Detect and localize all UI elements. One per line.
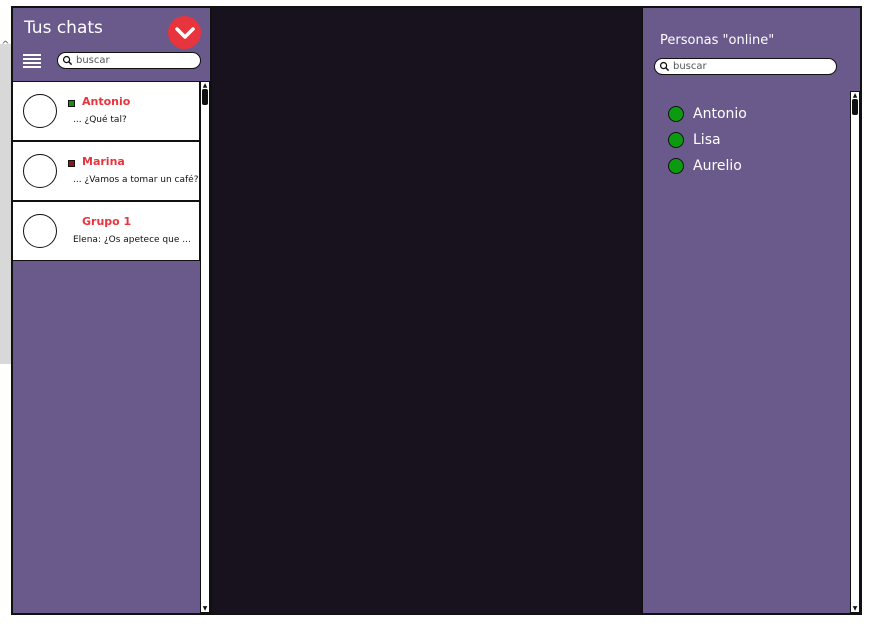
chat-name: Antonio (82, 95, 131, 108)
online-status-icon (668, 132, 684, 148)
collapse-caret-icon[interactable]: ^ (0, 40, 11, 52)
chat-preview: ... ¿Qué tal? (73, 115, 127, 125)
sidebar-title: Tus chats (24, 18, 103, 38)
chat-item-marina[interactable]: Marina ... ¿Vamos a tomar un café? (13, 141, 200, 201)
outer-left-panel (0, 44, 11, 364)
online-status-icon (668, 106, 684, 122)
search-icon (62, 55, 73, 66)
chat-item-grupo-1[interactable]: Grupo 1 Elena: ¿Os apetece que ... (13, 201, 200, 261)
scroll-up-icon[interactable]: ▲ (851, 92, 859, 99)
online-person-aurelio[interactable]: Aurelio (668, 153, 747, 179)
avatar (23, 214, 57, 248)
scroll-down-icon[interactable]: ▼ (851, 605, 859, 612)
online-panel-title: Personas "online" (660, 33, 775, 48)
hamburger-menu-icon[interactable] (23, 54, 41, 68)
scroll-up-icon[interactable]: ▲ (201, 82, 209, 89)
scroll-down-icon[interactable]: ▼ (201, 605, 209, 612)
chevron-down-logo-icon[interactable] (168, 16, 201, 49)
chats-search-input[interactable] (73, 54, 200, 67)
online-status-icon (668, 158, 684, 174)
online-person-antonio[interactable]: Antonio (668, 101, 747, 127)
chat-name: Grupo 1 (82, 215, 132, 228)
status-indicator (68, 160, 75, 167)
chats-search-field[interactable] (57, 52, 201, 69)
online-person-lisa[interactable]: Lisa (668, 127, 747, 153)
online-list-scrollbar[interactable]: ▲ ▼ (850, 91, 860, 613)
online-search-input[interactable] (670, 60, 836, 73)
scroll-thumb[interactable] (202, 89, 208, 105)
chat-list: Antonio ... ¿Qué tal? Marina ... ¿Vamos … (13, 81, 200, 261)
online-people-panel: Personas "online" Antonio Lisa Aurelio ▲… (641, 6, 862, 615)
conversation-area (212, 8, 641, 613)
chat-preview: ... ¿Vamos a tomar un café? (73, 175, 199, 185)
online-people-list: Antonio Lisa Aurelio (668, 101, 747, 179)
chats-sidebar: Tus chats Antonio ... ¿Qué tal? Marina .… (11, 6, 212, 615)
chat-name: Marina (82, 155, 125, 168)
avatar (23, 154, 57, 188)
status-indicator (68, 100, 75, 107)
chat-item-antonio[interactable]: Antonio ... ¿Qué tal? (13, 81, 200, 141)
online-person-name: Antonio (693, 106, 747, 122)
online-person-name: Aurelio (693, 158, 742, 174)
scroll-thumb[interactable] (852, 99, 858, 115)
app-window: ^ Tus chats Antonio ... ¿Qué tal? Marina (0, 0, 873, 628)
chat-preview: Elena: ¿Os apetece que ... (73, 235, 191, 245)
avatar (23, 94, 57, 128)
online-person-name: Lisa (693, 132, 721, 148)
chat-list-scrollbar[interactable]: ▲ ▼ (200, 81, 210, 613)
online-search-field[interactable] (654, 58, 837, 75)
search-icon (659, 61, 670, 72)
